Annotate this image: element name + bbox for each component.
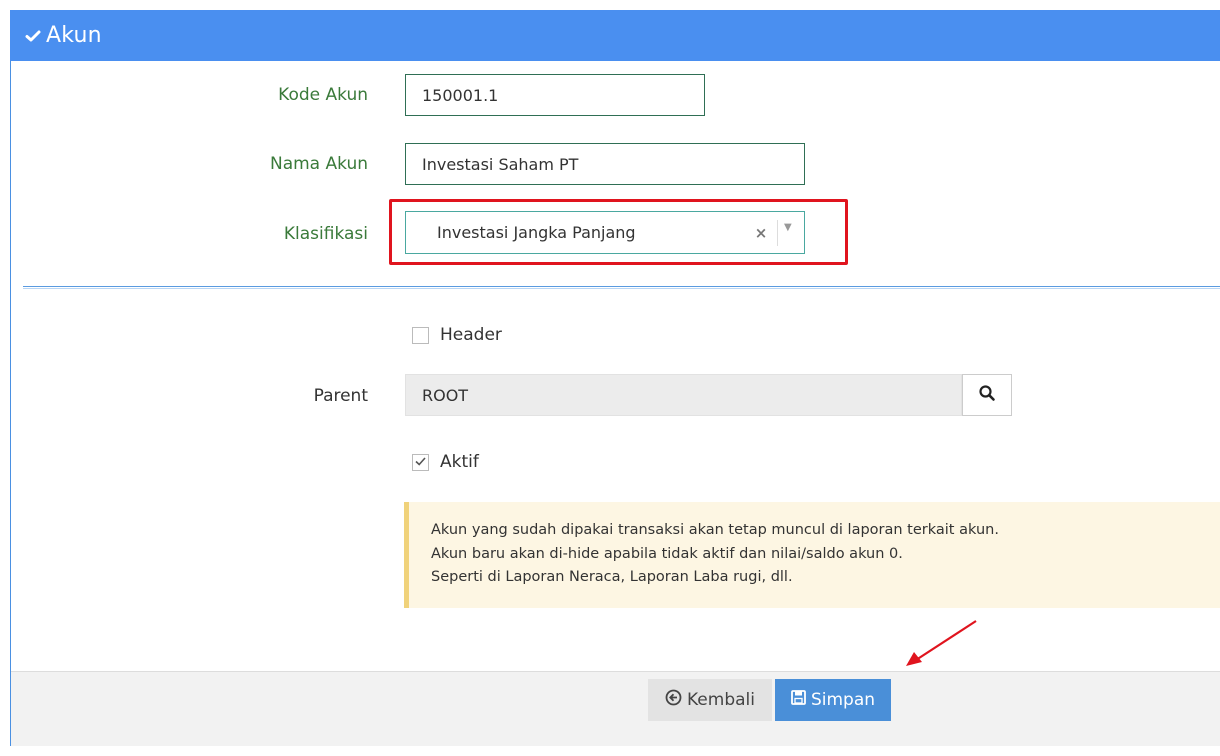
header-checkbox[interactable] — [412, 327, 429, 344]
nama-akun-value: Investasi Saham PT — [422, 154, 579, 174]
aktif-checkbox-label: Aktif — [440, 452, 479, 472]
kode-akun-value: 150001.1 — [422, 85, 499, 105]
panel-header: Akun — [10, 10, 1220, 61]
panel-title: Akun — [46, 23, 102, 48]
save-button-label: Simpan — [810, 690, 876, 710]
alert-line: Akun yang sudah dipakai transaksi akan t… — [431, 522, 999, 538]
kode-akun-input[interactable]: 150001.1 — [405, 74, 705, 116]
parent-label: Parent — [313, 386, 368, 406]
section-divider — [23, 286, 1220, 289]
kode-akun-label: Kode Akun — [278, 85, 368, 105]
klasifikasi-label: Klasifikasi — [283, 224, 368, 244]
header-checkbox-label: Header — [440, 325, 502, 345]
search-icon — [978, 384, 996, 406]
checkmark-icon — [414, 453, 427, 472]
parent-value: ROOT — [422, 385, 469, 405]
alert-line: Seperti di Laporan Neraca, Laporan Laba … — [431, 569, 793, 585]
floppy-disk-icon — [791, 690, 811, 710]
arrow-circle-left-icon — [665, 689, 687, 711]
parent-input: ROOT — [405, 374, 962, 416]
alert-line: Akun baru akan di-hide apabila tidak akt… — [431, 545, 903, 562]
nama-akun-input[interactable]: Investasi Saham PT — [405, 143, 805, 185]
save-button[interactable]: Simpan — [775, 679, 891, 721]
aktif-checkbox[interactable] — [412, 454, 429, 471]
highlight-box — [389, 199, 848, 265]
check-icon — [24, 27, 42, 45]
nama-akun-label: Nama Akun — [269, 154, 368, 174]
parent-search-button[interactable] — [962, 374, 1012, 416]
info-alert: Akun yang sudah dipakai transaksi akan t… — [404, 502, 1220, 608]
form-footer — [11, 671, 1220, 746]
back-button[interactable]: Kembali — [648, 679, 772, 721]
annotation-arrow-icon — [906, 620, 977, 666]
back-button-label: Kembali — [687, 690, 755, 710]
